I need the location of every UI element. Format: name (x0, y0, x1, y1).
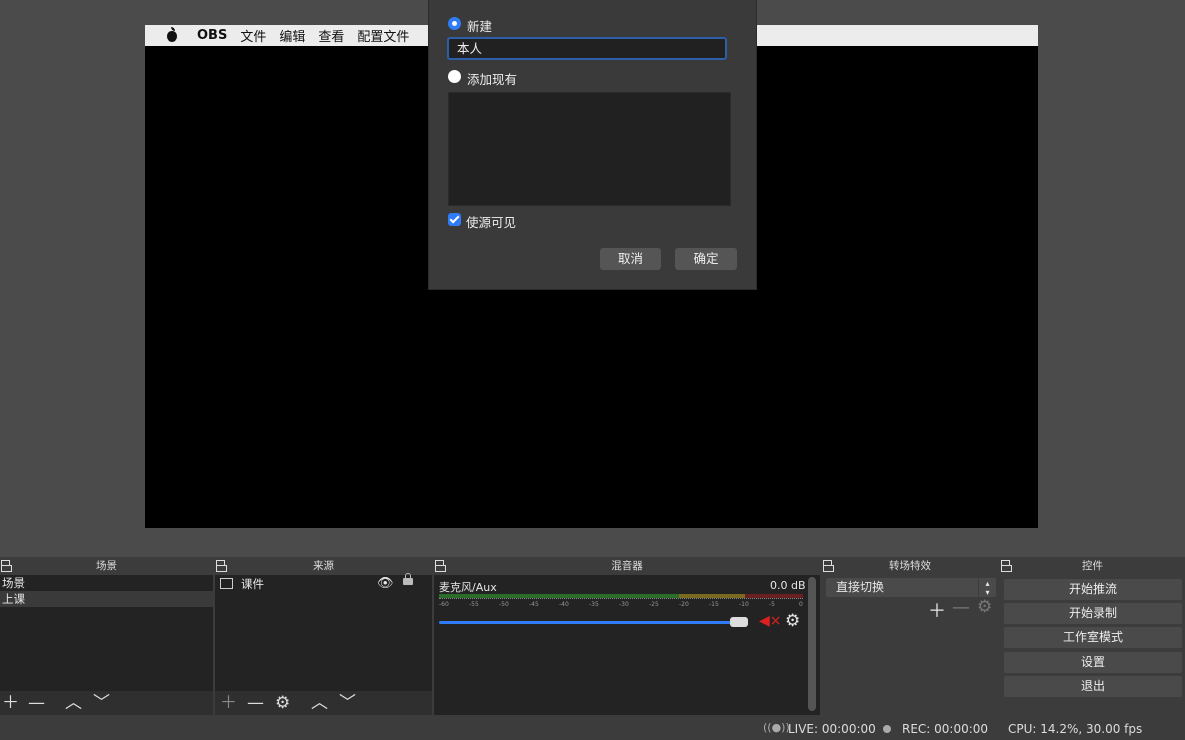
transitions-title: 转场特效 (889, 560, 931, 572)
sources-title: 来源 (313, 560, 334, 572)
mixer-title: 混音器 (611, 560, 643, 572)
meter-tick-label: -40 (559, 601, 569, 608)
lock-icon[interactable] (403, 578, 413, 585)
apple-icon[interactable] (163, 26, 185, 43)
transitions-header: 转场特效 (822, 557, 998, 575)
meter-scale: -60 -55 -50 -45 -40 -35 -30 -25 -20 -15 -10 -5 0 (439, 601, 803, 609)
menu-file[interactable]: 文件 (240, 26, 266, 45)
source-label: 课件 (241, 577, 264, 591)
rec-time: REC: 00:00:00 (902, 722, 989, 736)
transitions-body: 直接切换 ▴ ▾ ＋ — ⚙ (822, 575, 998, 715)
meter-tick-label: -20 (679, 601, 689, 608)
sources-toolbar: ＋ — ⚙ ︿ ﹀ (215, 691, 432, 715)
plus-icon[interactable]: ＋ (220, 691, 237, 715)
add-source-dialog: 新建 本人 添加现有 使源可见 取消 确定 (428, 0, 757, 290)
list-item[interactable]: 上课 (0, 591, 213, 607)
status-bar: ((●)) LIVE: 00:00:00 REC: 00:00:00 CPU: … (0, 717, 1185, 740)
meter-tick-label: -25 (649, 601, 659, 608)
menu-view[interactable]: 查看 (318, 26, 344, 45)
transitions-panel: 转场特效 直接切换 ▴ ▾ ＋ — ⚙ (822, 557, 998, 715)
minus-icon[interactable]: — (952, 597, 970, 618)
eye-icon[interactable]: 👁 (377, 575, 394, 593)
chevron-down-icon[interactable]: ﹀ (339, 691, 356, 715)
meter-tick-label: -5 (769, 601, 775, 608)
list-item[interactable]: 课件 👁 (215, 573, 432, 593)
window-icon (220, 578, 233, 589)
plus-icon[interactable]: ＋ (928, 597, 946, 623)
minus-icon[interactable]: — (28, 691, 45, 715)
meter-tick-label: -10 (739, 601, 749, 608)
controls-header: 控件 (1000, 557, 1185, 575)
record-dot-icon (883, 725, 891, 733)
meter-tick-label: -35 (589, 601, 599, 608)
undock-icon[interactable] (1, 560, 12, 572)
meter-tick-label: -60 (439, 601, 449, 608)
mixer-scrollbar[interactable] (808, 577, 816, 711)
undock-icon[interactable] (216, 560, 227, 572)
make-visible-checkbox[interactable] (448, 213, 461, 226)
broadcast-icon: ((●)) (763, 721, 790, 734)
ok-button[interactable]: 确定 (675, 248, 737, 270)
gear-icon[interactable]: ⚙ (275, 691, 290, 715)
dock-area: 场景 场景 上课 ＋ — ︿ ﹀ 来源 课件 👁 ＋ — ⚙ ︿ ﹀ 混音器 麦… (0, 557, 1185, 717)
meter-tick-label: -55 (469, 601, 479, 608)
start-streaming-button[interactable]: 开始推流 (1004, 579, 1182, 600)
controls-title: 控件 (1082, 560, 1103, 572)
add-existing-label: 添加现有 (467, 72, 518, 87)
volume-slider-track[interactable] (439, 621, 747, 624)
chevron-up-icon[interactable]: ︿ (311, 691, 328, 715)
undock-icon[interactable] (1001, 560, 1012, 572)
channel-name: 麦克风/Aux (439, 581, 497, 594)
live-time: LIVE: 00:00:00 (788, 722, 876, 736)
source-name-input[interactable]: 本人 (447, 37, 727, 60)
undock-icon[interactable] (823, 560, 834, 572)
existing-sources-list[interactable] (448, 92, 731, 206)
sources-list[interactable]: 课件 👁 ＋ — ⚙ ︿ ﹀ (215, 573, 432, 715)
add-existing-radio[interactable] (448, 70, 461, 83)
list-item[interactable]: 场景 (0, 575, 213, 591)
new-label: 新建 (467, 19, 493, 34)
scenes-panel: 场景 场景 上课 ＋ — ︿ ﹀ (0, 557, 213, 715)
meter-tick-label: -15 (709, 601, 719, 608)
meter-tick-label: 0 (799, 601, 803, 608)
volume-slider-handle[interactable] (729, 617, 748, 627)
transition-select[interactable]: 直接切换 ▴ ▾ (826, 578, 996, 598)
scenes-header: 场景 (0, 557, 213, 575)
sources-panel: 来源 课件 👁 ＋ — ⚙ ︿ ﹀ (215, 557, 432, 715)
menu-profile[interactable]: 配置文件 (357, 26, 409, 45)
lock-shackle (405, 573, 411, 579)
undock-icon[interactable] (435, 560, 446, 572)
menu-app[interactable]: OBS (197, 28, 227, 43)
mixer-header: 混音器 (434, 557, 820, 575)
minus-icon[interactable]: — (247, 691, 264, 715)
transition-selected: 直接切换 (836, 580, 885, 594)
gear-icon[interactable]: ⚙ (977, 597, 992, 617)
sources-header: 来源 (215, 557, 432, 575)
new-radio[interactable] (448, 17, 461, 30)
scenes-list[interactable]: 场景 上课 ＋ — ︿ ﹀ (0, 575, 213, 715)
plus-icon[interactable]: ＋ (2, 691, 19, 715)
scenes-toolbar: ＋ — ︿ ﹀ (0, 691, 213, 715)
gear-icon[interactable]: ⚙ (785, 611, 800, 631)
mixer-body: 麦克风/Aux 0.0 dB -60 -55 -50 -45 -40 -35 -30 -25-… (434, 575, 820, 715)
scenes-title: 场景 (96, 560, 117, 572)
meter-tick-label: -50 (499, 601, 509, 608)
channel-db: 0.0 dB (770, 579, 806, 592)
chevron-down-icon[interactable]: ﹀ (93, 691, 110, 715)
settings-button[interactable]: 设置 (1004, 652, 1182, 673)
cancel-button[interactable]: 取消 (600, 248, 661, 270)
cpu-usage: CPU: 14.2%, 30.00 fps (1008, 722, 1143, 736)
chevron-updown-icon: ▴ ▾ (978, 578, 996, 598)
menu-edit[interactable]: 编辑 (279, 26, 305, 45)
mixer-panel: 混音器 麦克风/Aux 0.0 dB -60 -55 -50 -45 -40 -35 -30… (434, 557, 820, 715)
meter-tick-label: -45 (529, 601, 539, 608)
exit-button[interactable]: 退出 (1004, 676, 1182, 697)
studio-mode-button[interactable]: 工作室模式 (1004, 627, 1182, 648)
make-visible-label: 使源可见 (466, 215, 517, 230)
chevron-up-icon[interactable]: ︿ (65, 691, 82, 715)
meter-tick-label: -30 (619, 601, 629, 608)
mute-icon[interactable]: ◀× (759, 613, 782, 629)
start-recording-button[interactable]: 开始录制 (1004, 603, 1182, 624)
